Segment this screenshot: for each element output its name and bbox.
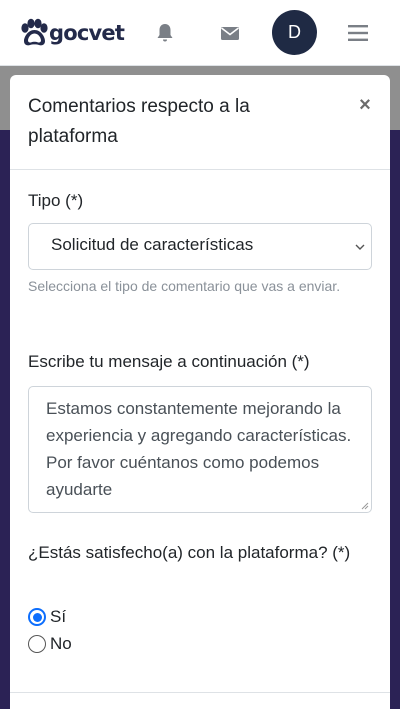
radio-no[interactable] <box>28 635 46 653</box>
brand-logo[interactable]: gocvet <box>18 16 125 50</box>
radio-si[interactable] <box>28 608 46 626</box>
resize-handle-icon[interactable] <box>361 502 369 510</box>
top-navbar: gocvet D <box>0 0 400 66</box>
radio-si-label[interactable]: Sí <box>50 607 66 627</box>
brand-name: gocvet <box>49 21 125 45</box>
radio-option-no[interactable]: No <box>28 633 72 655</box>
feedback-modal: Comentarios respecto a la plataforma × T… <box>10 75 390 709</box>
mensaje-placeholder: Estamos constantemente mejorando la expe… <box>46 399 352 499</box>
chevron-down-icon <box>355 244 365 250</box>
avatar[interactable]: D <box>272 10 317 55</box>
mensaje-label: Escribe tu mensaje a continuación (*) <box>28 352 310 371</box>
mail-icon[interactable] <box>218 21 242 45</box>
bell-icon[interactable] <box>153 21 177 45</box>
tipo-label: Tipo (*) <box>28 191 84 210</box>
radio-no-label[interactable]: No <box>50 634 72 654</box>
close-button[interactable]: × <box>354 94 376 116</box>
tipo-help-text: Selecciona el tipo de comentario que vas… <box>28 278 341 294</box>
satisfaccion-label: ¿Estás satisfecho(a) con la plataforma? … <box>28 543 351 562</box>
paw-icon <box>21 18 48 46</box>
radio-option-si[interactable]: Sí <box>28 606 66 628</box>
modal-footer-divider <box>10 692 390 693</box>
tipo-select[interactable]: Solicitud de características <box>28 223 372 270</box>
menu-icon[interactable] <box>348 24 368 42</box>
modal-title: Comentarios respecto a la plataforma <box>28 96 250 147</box>
tipo-select-value: Solicitud de características <box>51 235 254 254</box>
mensaje-textarea[interactable]: Estamos constantemente mejorando la expe… <box>28 386 372 513</box>
modal-header: Comentarios respecto a la plataforma × <box>10 75 390 170</box>
